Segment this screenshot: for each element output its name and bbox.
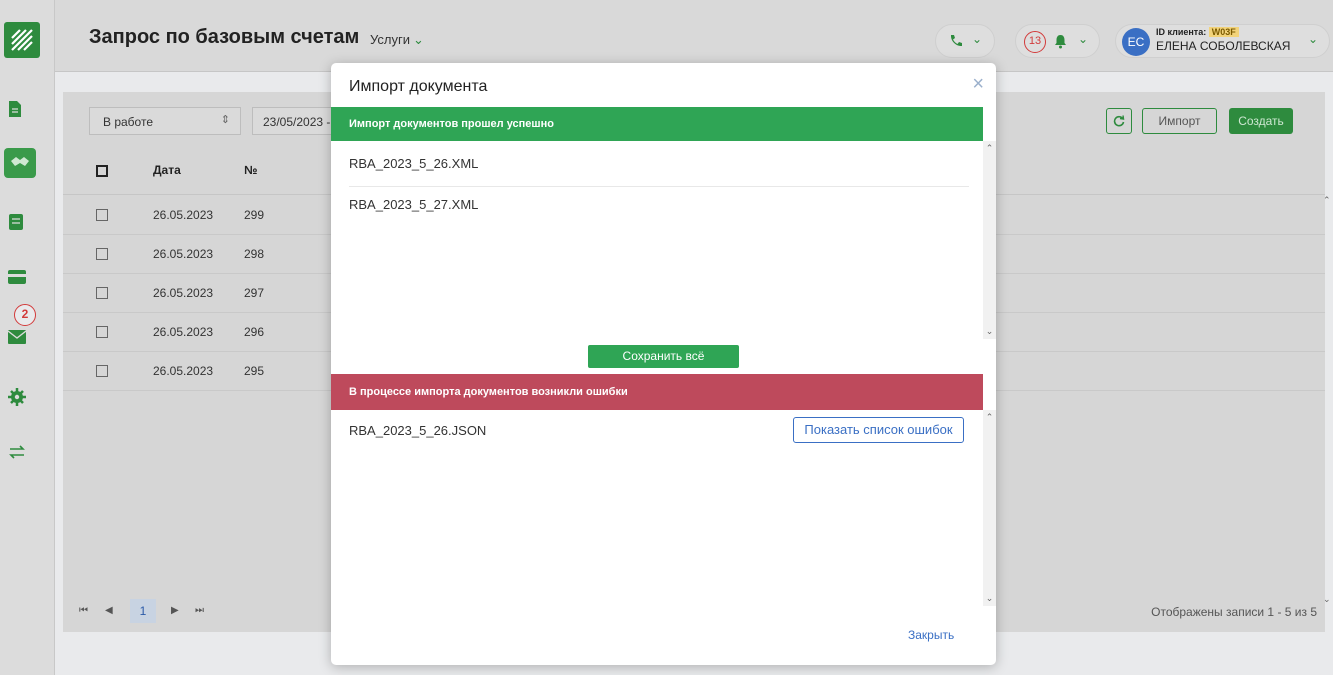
updown-icon: ⇕ — [220, 114, 230, 126]
row-date: 26.05.2023 — [153, 286, 214, 300]
status-select-value: В работе — [103, 115, 154, 129]
row-date: 26.05.2023 — [153, 247, 214, 261]
avatar: ЕС — [1122, 28, 1150, 56]
messages-badge: 2 — [14, 304, 36, 326]
row-number: 297 — [244, 286, 265, 300]
top-header: Запрос по базовым счетам Услуги ⌄ ⌄ 13 ⌄ … — [55, 0, 1333, 72]
refresh-icon — [1113, 115, 1125, 127]
row-date: 26.05.2023 — [153, 208, 214, 222]
client-id-value: W03F — [1208, 27, 1239, 37]
sidebar: 2 — [0, 0, 55, 675]
services-label: Услуги — [370, 32, 410, 47]
close-link[interactable]: Закрыть — [908, 628, 954, 642]
file-name: RBA_2023_5_26.XML — [349, 156, 479, 171]
first-page-icon[interactable]: ⏮ — [79, 605, 88, 616]
chevron-down-icon: ⌄ — [1078, 32, 1089, 46]
page-title: Запрос по базовым счетам — [89, 26, 360, 48]
chevron-down-icon: ⌄ — [972, 32, 983, 46]
app-logo[interactable] — [4, 22, 40, 58]
row-date: 26.05.2023 — [153, 364, 214, 378]
scroll-down-icon[interactable]: ⌄ — [983, 593, 996, 604]
row-date: 26.05.2023 — [153, 325, 214, 339]
gear-icon[interactable] — [8, 388, 30, 410]
mail-icon[interactable] — [7, 330, 30, 352]
row-number: 295 — [244, 364, 265, 378]
last-page-icon[interactable]: ⏭ — [195, 605, 204, 616]
notifications-count: 13 — [1024, 31, 1046, 53]
bell-icon — [1055, 35, 1066, 49]
page-scrollbar[interactable]: ⌃ ⌄ — [1321, 195, 1333, 605]
book-icon[interactable] — [8, 213, 30, 235]
success-banner: Импорт документов прошел успешно — [331, 107, 983, 141]
notifications-menu[interactable]: 13 ⌄ — [1015, 24, 1100, 58]
card-icon[interactable] — [8, 270, 30, 292]
client-id-label: ID клиента: — [1156, 27, 1207, 37]
documents-icon[interactable] — [8, 100, 30, 122]
user-name: ЕЛЕНА СОБОЛЕВСКАЯ — [1156, 39, 1291, 53]
services-menu[interactable]: Услуги ⌄ — [370, 32, 424, 48]
column-header-number: № — [244, 163, 258, 177]
logo-icon — [11, 29, 33, 51]
scroll-up-icon[interactable]: ⌃ — [983, 412, 996, 423]
success-file-item: RBA_2023_5_26.XML — [349, 147, 969, 187]
file-name: RBA_2023_5_27.XML — [349, 197, 479, 212]
status-select[interactable]: В работе ⇕ — [89, 107, 241, 135]
row-checkbox[interactable] — [96, 287, 108, 299]
show-errors-button[interactable]: Показать список ошибок — [793, 417, 964, 443]
import-dialog: Импорт документа × Импорт документов про… — [331, 63, 996, 665]
file-name: RBA_2023_5_26.JSON — [349, 423, 487, 438]
row-checkbox[interactable] — [96, 326, 108, 338]
error-list-scrollbar[interactable]: ⌃ ⌄ — [983, 410, 996, 606]
import-button[interactable]: Импорт — [1142, 108, 1217, 134]
chevron-down-icon: ⌄ — [1308, 32, 1319, 46]
row-number: 299 — [244, 208, 265, 222]
refresh-button[interactable] — [1106, 108, 1132, 134]
client-id: ID клиента: W03F — [1156, 27, 1239, 37]
select-all-checkbox[interactable] — [96, 165, 108, 177]
column-header-date: Дата — [153, 163, 181, 177]
user-menu[interactable]: ЕС ID клиента: W03F ЕЛЕНА СОБОЛЕВСКАЯ ⌄ — [1115, 24, 1330, 58]
scroll-down-icon[interactable]: ⌄ — [983, 326, 996, 337]
row-checkbox[interactable] — [96, 365, 108, 377]
scroll-down-icon[interactable]: ⌄ — [1323, 594, 1331, 605]
success-file-item: RBA_2023_5_27.XML — [349, 188, 969, 228]
success-list-scrollbar[interactable]: ⌃ ⌄ — [983, 141, 996, 339]
row-number: 296 — [244, 325, 265, 339]
next-page-icon[interactable]: ▶ — [171, 605, 179, 616]
row-checkbox[interactable] — [96, 248, 108, 260]
transfer-icon[interactable] — [8, 444, 30, 466]
phone-menu[interactable]: ⌄ — [935, 24, 995, 58]
scroll-up-icon[interactable]: ⌃ — [1323, 195, 1331, 206]
phone-icon — [950, 35, 962, 47]
error-banner: В процессе импорта документов возникли о… — [331, 374, 983, 410]
records-info: Отображены записи 1 - 5 из 5 — [1151, 605, 1317, 619]
scroll-up-icon[interactable]: ⌃ — [983, 143, 996, 154]
chevron-down-icon: ⌄ — [412, 32, 424, 47]
create-button[interactable]: Создать — [1229, 108, 1293, 134]
row-number: 298 — [244, 247, 265, 261]
dialog-title: Импорт документа — [349, 78, 488, 95]
save-all-button[interactable]: Сохранить всё — [588, 345, 739, 368]
close-icon[interactable]: × — [972, 73, 984, 96]
row-checkbox[interactable] — [96, 209, 108, 221]
date-range-input[interactable]: 23/05/2023 - — [252, 107, 342, 135]
prev-page-icon[interactable]: ◀ — [105, 605, 113, 616]
page-number-current[interactable]: 1 — [130, 599, 156, 623]
date-range-value: 23/05/2023 - — [263, 115, 331, 129]
handshake-icon[interactable] — [4, 148, 36, 178]
